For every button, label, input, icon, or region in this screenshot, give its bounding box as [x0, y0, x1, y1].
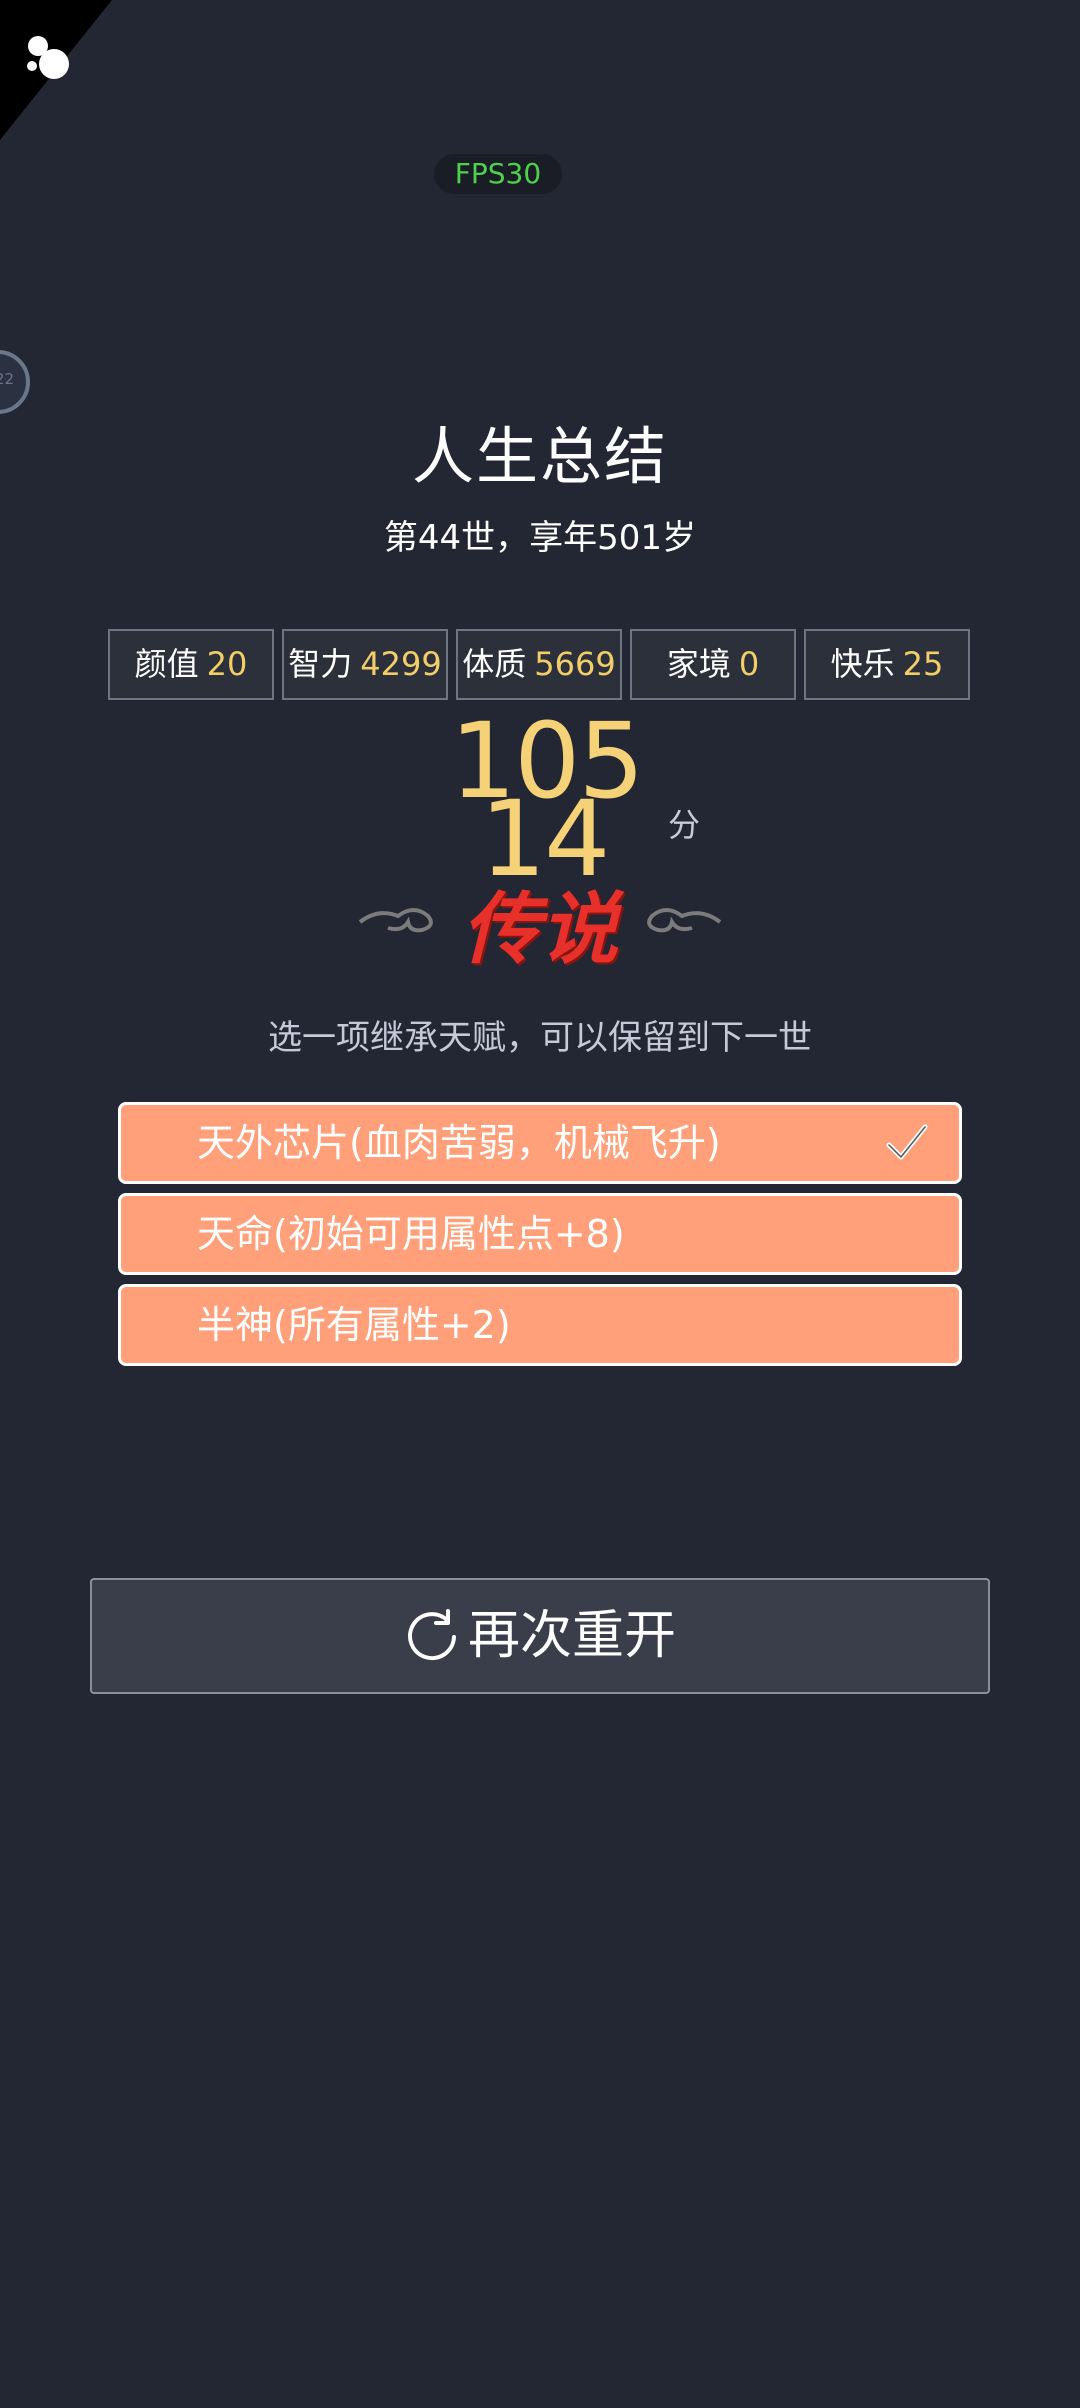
- stat-happiness: 快乐 25: [804, 629, 970, 700]
- stat-intelligence: 智力 4299: [282, 629, 448, 700]
- stat-value: 5669: [534, 645, 616, 683]
- stat-label: 体质: [462, 645, 527, 683]
- talent-option[interactable]: 天外芯片(血肉苦弱，机械飞升): [118, 1102, 962, 1184]
- inherit-hint: 选一项继承天赋，可以保留到下一世: [268, 1018, 812, 1058]
- talent-option[interactable]: 天命(初始可用属性点+8): [118, 1193, 962, 1275]
- stat-appearance: 颜值 20: [108, 629, 274, 700]
- fps-counter: FPS30: [434, 154, 562, 194]
- stat-family: 家境 0: [630, 629, 796, 700]
- rank-label: 传说: [461, 884, 618, 975]
- rank-badge: 传说: [350, 880, 730, 990]
- stat-label: 颜值: [134, 645, 199, 683]
- restart-label: 再次重开: [467, 1606, 676, 1666]
- talent-option[interactable]: 半神(所有属性+2): [118, 1284, 962, 1366]
- talent-label: 天外芯片(血肉苦弱，机械飞升): [197, 1121, 721, 1165]
- refresh-icon: [408, 1609, 456, 1661]
- stat-label: 智力: [288, 645, 353, 683]
- score-value-line2: 14: [480, 778, 610, 900]
- floating-ball-icon[interactable]: 22: [0, 350, 30, 414]
- stat-constitution: 体质 5669: [456, 629, 622, 700]
- stat-value: 20: [206, 645, 248, 683]
- stat-value: 4299: [360, 645, 442, 683]
- talent-label: 半神(所有属性+2): [197, 1303, 511, 1347]
- cloud-ornament-right-icon: [647, 908, 722, 933]
- app-logo-icon[interactable]: [26, 32, 72, 82]
- life-summary-screen: FPS30 22 人生总结 第44世，享年501岁 颜值20 智力4299 体质…: [0, 0, 1080, 2408]
- page-title: 人生总结: [411, 420, 668, 493]
- stats-row: 颜值 20 智力 4299 体质 5669 家境 0 快乐 25: [108, 629, 972, 700]
- page-subtitle: 第44世，享年501岁: [383, 518, 697, 558]
- restart-button[interactable]: 再次重开: [90, 1578, 990, 1694]
- stat-value: 25: [902, 645, 944, 683]
- talent-label: 天命(初始可用属性点+8): [197, 1212, 625, 1256]
- score-unit: 分: [668, 806, 701, 844]
- checkmark-icon: [886, 1124, 928, 1160]
- stat-label: 快乐: [830, 645, 895, 683]
- floating-ball-label: 22: [0, 370, 14, 388]
- stat-value: 0: [738, 645, 760, 683]
- cloud-ornament-left-icon: [358, 908, 433, 933]
- stat-label: 家境: [666, 645, 731, 683]
